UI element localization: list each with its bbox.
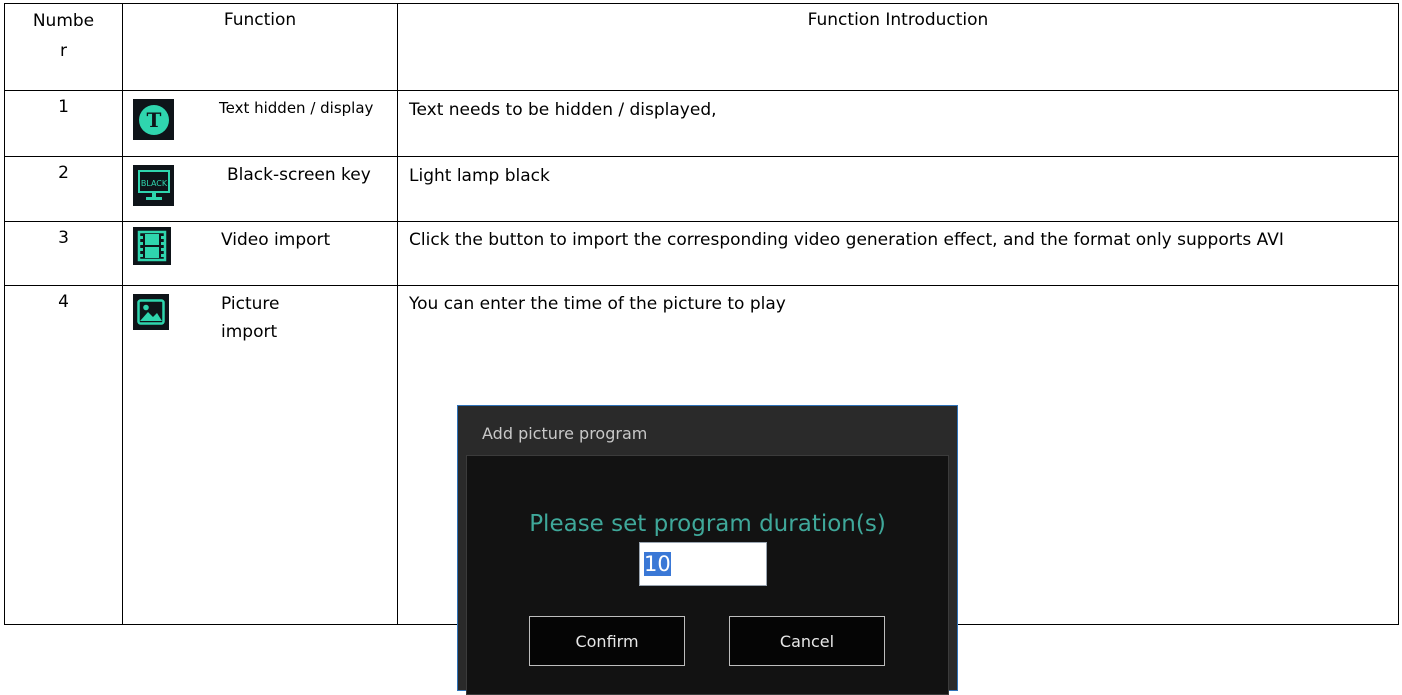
row-function-cell: T Text hidden / display xyxy=(122,90,398,157)
header-function: Function xyxy=(122,3,398,91)
row-number: 3 xyxy=(4,221,123,286)
intro-text: Light lamp black xyxy=(409,166,550,186)
duration-input[interactable]: 10 xyxy=(639,542,767,586)
table-row: 1 T Text hidden / display Text needs to … xyxy=(4,90,1399,157)
film-strip-icon[interactable] xyxy=(133,227,171,265)
row-number: 1 xyxy=(4,90,123,157)
black-screen-monitor-icon[interactable]: BLACK xyxy=(133,165,174,206)
dialog-title: Add picture program xyxy=(482,424,648,443)
intro-text: Click the button to import the correspon… xyxy=(409,230,1284,250)
confirm-button[interactable]: Confirm xyxy=(529,616,685,666)
table-row: 2 BLACK Black-screen key Light lamp blac… xyxy=(4,156,1399,222)
header-intro: Function Introduction xyxy=(397,3,1399,91)
row-number: 4 xyxy=(4,285,123,625)
table-header-row: Numbe r Function Function Introduction xyxy=(4,3,1399,91)
intro-text: You can enter the time of the picture to… xyxy=(409,294,786,314)
duration-prompt: Please set program duration(s) xyxy=(529,511,886,537)
intro-text: Text needs to be hidden / displayed, xyxy=(409,100,717,120)
duration-input-value: 10 xyxy=(644,552,671,576)
row-intro-cell: Click the button to import the correspon… xyxy=(397,221,1399,286)
picture-icon[interactable] xyxy=(133,294,169,330)
svg-text:BLACK: BLACK xyxy=(140,179,167,188)
row-function-cell: BLACK Black-screen key xyxy=(122,156,398,222)
row-intro-cell: Light lamp black xyxy=(397,156,1399,222)
header-number: Numbe r xyxy=(4,3,123,91)
table-row: 3 Video import Click the button to impor… xyxy=(4,221,1399,286)
text-t-icon[interactable]: T xyxy=(133,99,174,140)
row-number: 2 xyxy=(4,156,123,222)
svg-text:T: T xyxy=(146,108,161,132)
add-picture-dialog: Add picture program Please set program d… xyxy=(457,405,958,695)
row-intro-cell: Text needs to be hidden / displayed, xyxy=(397,90,1399,157)
cancel-button[interactable]: Cancel xyxy=(729,616,885,666)
dialog-body: Please set program duration(s) 10 Confir… xyxy=(466,455,949,695)
row-function-cell: Picture import xyxy=(122,285,398,625)
row-function-cell: Video import xyxy=(122,221,398,286)
